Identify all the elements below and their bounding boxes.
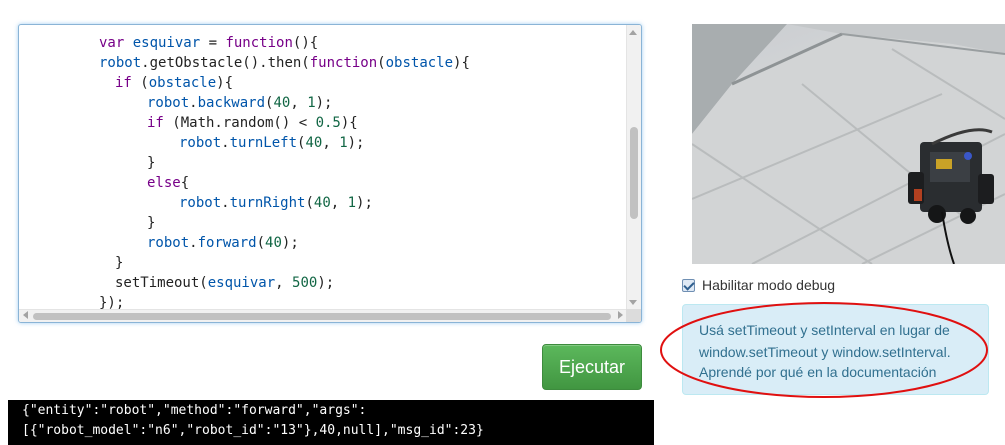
red-annotation-ellipse xyxy=(660,302,988,398)
debug-mode-row[interactable]: Habilitar modo debug xyxy=(682,276,835,294)
debug-mode-label: Habilitar modo debug xyxy=(702,277,836,293)
code-token: . xyxy=(221,195,230,211)
code-token: 1 xyxy=(339,135,348,151)
code-line[interactable]: else{ xyxy=(147,173,189,193)
scroll-up-arrow-icon[interactable] xyxy=(629,30,637,35)
horizontal-scrollbar[interactable] xyxy=(19,309,628,322)
code-token: . xyxy=(221,135,230,151)
code-token: . xyxy=(189,95,198,111)
code-token: backward xyxy=(197,95,266,111)
code-token: , xyxy=(330,195,348,211)
code-token: robot xyxy=(99,55,142,71)
console-line: {"entity":"robot","method":"forward","ar… xyxy=(22,403,367,418)
code-token: ); xyxy=(347,135,365,151)
code-token: } xyxy=(147,215,156,231)
code-token: ); xyxy=(315,95,333,111)
code-token: esquivar xyxy=(207,275,276,291)
code-token: } xyxy=(147,155,156,171)
robot-camera-feed xyxy=(692,24,1005,264)
run-button[interactable]: Ejecutar xyxy=(542,344,642,390)
code-token: ); xyxy=(356,195,373,211)
code-line[interactable]: setTimeout(esquivar, 500); xyxy=(115,273,334,293)
code-token: 40 xyxy=(305,135,323,151)
code-line[interactable]: }); xyxy=(99,293,124,310)
code-token: 40 xyxy=(313,195,331,211)
code-token: var xyxy=(99,35,133,51)
code-token: .getObstacle().then( xyxy=(141,55,310,71)
code-token: function xyxy=(225,35,293,51)
code-token: ); xyxy=(317,275,335,291)
camera-image xyxy=(692,24,1005,264)
code-token: 1 xyxy=(307,95,316,111)
code-token: (){ xyxy=(292,35,319,51)
code-area[interactable]: var esquivar = function(){robot.getObsta… xyxy=(19,25,628,310)
scrollbar-corner xyxy=(626,309,641,322)
code-token: ){ xyxy=(340,115,358,131)
code-token: 40 xyxy=(265,235,282,251)
code-token: , xyxy=(290,95,308,111)
code-token: if xyxy=(147,115,164,131)
scroll-down-arrow-icon[interactable] xyxy=(629,300,637,305)
code-token: ); xyxy=(281,235,299,251)
console-line: [{"robot_model":"n6","robot_id":"13"},40… xyxy=(22,423,484,438)
code-line[interactable]: if (Math.random() < 0.5){ xyxy=(147,113,358,133)
code-token: }); xyxy=(99,295,125,310)
code-token: esquivar xyxy=(132,35,201,51)
code-editor[interactable]: var esquivar = function(){robot.getObsta… xyxy=(18,24,642,323)
code-token: } xyxy=(115,255,124,271)
code-token: 40 xyxy=(273,95,291,111)
code-token: ){ xyxy=(453,55,470,71)
code-token: setTimeout( xyxy=(115,275,208,291)
code-line[interactable]: robot.backward(40, 1); xyxy=(147,93,332,113)
code-token: , xyxy=(322,135,340,151)
code-token: obstacle xyxy=(385,55,454,71)
code-token: robot xyxy=(147,95,190,111)
code-token: 500 xyxy=(292,275,318,291)
scroll-right-arrow-icon[interactable] xyxy=(618,311,623,319)
code-token: turnLeft xyxy=(229,135,298,151)
code-line[interactable]: } xyxy=(147,153,155,173)
console-output: {"entity":"robot","method":"forward","ar… xyxy=(8,400,654,445)
code-token: ( xyxy=(305,195,314,211)
code-line[interactable]: robot.turnLeft(40, 1); xyxy=(179,133,364,153)
code-line[interactable]: robot.forward(40); xyxy=(147,233,299,253)
code-token: if xyxy=(115,75,132,91)
code-token: (Math.random() < xyxy=(163,115,316,131)
code-token: ( xyxy=(256,235,266,251)
vertical-scrollbar[interactable] xyxy=(626,25,641,310)
vertical-scroll-thumb[interactable] xyxy=(630,127,638,219)
code-token: forward xyxy=(197,235,257,251)
scroll-left-arrow-icon[interactable] xyxy=(23,311,28,319)
code-token: ( xyxy=(377,55,386,71)
code-token: robot xyxy=(179,135,222,151)
debug-mode-checkbox[interactable] xyxy=(682,278,695,292)
code-line[interactable]: } xyxy=(115,253,123,273)
code-line[interactable]: } xyxy=(147,213,155,233)
code-line[interactable]: var esquivar = function(){ xyxy=(99,33,318,53)
code-token: obstacle xyxy=(148,75,217,91)
code-token: = xyxy=(200,35,226,51)
code-token: . xyxy=(189,235,198,251)
code-token: , xyxy=(275,275,293,291)
code-token: function xyxy=(309,55,378,71)
code-token: turnRight xyxy=(229,195,306,211)
code-token: robot xyxy=(179,195,222,211)
code-token: ){ xyxy=(216,75,234,91)
code-token: else xyxy=(147,175,181,191)
code-token: robot xyxy=(147,235,190,251)
code-token: ( xyxy=(131,75,149,91)
code-token: 0.5 xyxy=(315,115,341,131)
horizontal-scroll-thumb[interactable] xyxy=(33,313,611,320)
code-line[interactable]: if (obstacle){ xyxy=(115,73,233,93)
code-token: 1 xyxy=(347,195,357,211)
code-line[interactable]: robot.getObstacle().then(function(obstac… xyxy=(99,53,470,73)
code-line[interactable]: robot.turnRight(40, 1); xyxy=(179,193,373,213)
code-token: { xyxy=(180,175,190,191)
